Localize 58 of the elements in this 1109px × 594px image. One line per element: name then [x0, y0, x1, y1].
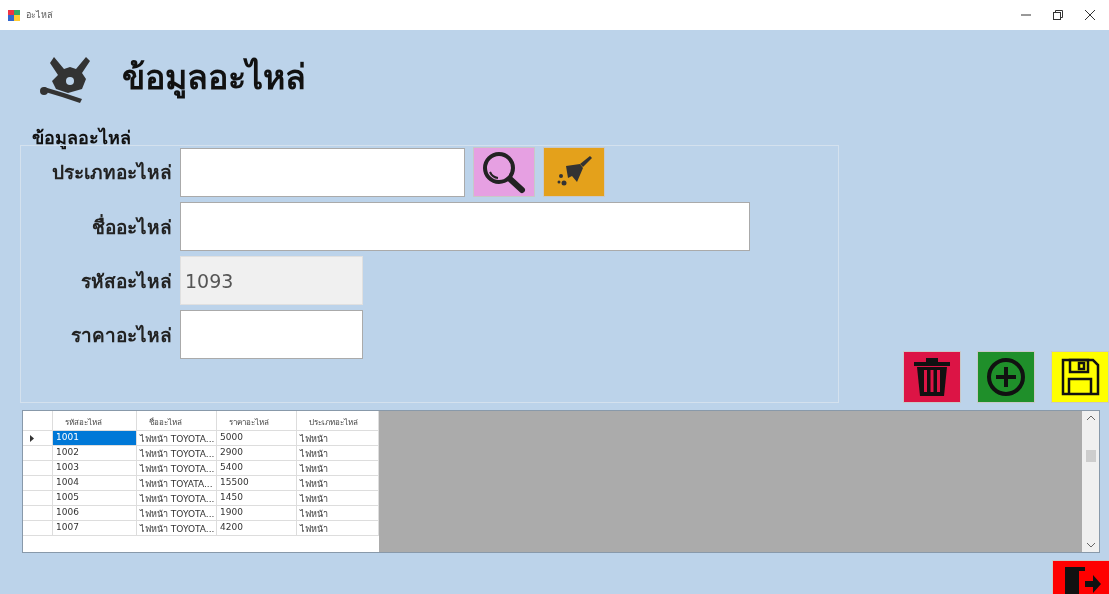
close-icon[interactable]	[1085, 10, 1095, 20]
table-cell: ไฟหน้า TOYOTA...	[137, 446, 217, 461]
field-label: ราคาอะไหล่	[70, 322, 172, 348]
table-cell: ไฟหน้า TOYOTA...	[137, 521, 217, 536]
table-cell: 1450	[217, 491, 297, 506]
table-cell: 1004	[53, 476, 137, 491]
table-cell: 2900	[217, 446, 297, 461]
scroll-up-icon[interactable]	[1086, 415, 1095, 420]
column-header: ชื่ออะไหล่	[137, 411, 217, 431]
restore-icon[interactable]	[1053, 10, 1063, 20]
plus-circle-icon	[986, 357, 1026, 397]
delete-button[interactable]	[903, 351, 961, 403]
column-header: ราคาอะไหล่	[217, 411, 297, 431]
grid-corner-cell	[23, 411, 53, 431]
save-button[interactable]	[1051, 351, 1109, 403]
table-cell: ไฟหน้า TOYOTA...	[137, 431, 217, 446]
clear-button[interactable]	[543, 147, 605, 197]
field-label: รหัสอะไหล่	[80, 268, 172, 294]
table-cell: ไฟหน้า TOYOTA...	[137, 461, 217, 476]
table-cell: 15500	[217, 476, 297, 491]
add-button[interactable]	[977, 351, 1035, 403]
table-cell: ไฟหน้า	[297, 476, 379, 491]
table-cell: ไฟหน้า	[297, 446, 379, 461]
current-row-icon	[30, 435, 34, 442]
text-field[interactable]	[180, 202, 750, 251]
table-cell: 5400	[217, 461, 297, 476]
table-cell: ไฟหน้า	[297, 461, 379, 476]
table-cell: ไฟหน้า	[297, 491, 379, 506]
table-cell: ไฟหน้า TOYOTA...	[137, 506, 217, 521]
table-cell: 1002	[53, 446, 137, 461]
table-cell: 4200	[217, 521, 297, 536]
table-cell: ไฟหน้า	[297, 521, 379, 536]
table-cell: ไฟหน้า TOYATA...	[137, 476, 217, 491]
table-cell: ไฟหน้า	[297, 506, 379, 521]
table-cell: 1003	[53, 461, 137, 476]
table-cell: ไฟหน้า TOYOTA...	[137, 491, 217, 506]
table-cell: 1900	[217, 506, 297, 521]
table-cell: ไฟหน้า	[297, 431, 379, 446]
scroll-down-icon[interactable]	[1086, 543, 1095, 548]
scrollbar[interactable]	[1082, 411, 1099, 552]
text-field[interactable]	[180, 147, 465, 197]
text-field[interactable]	[180, 310, 363, 359]
table-cell: 1006	[53, 506, 137, 521]
page-heading: ข้อมูลอะไหล่	[122, 55, 306, 101]
field-label: ประเภทอะไหล่	[51, 160, 172, 185]
table-cell: 1005	[53, 491, 137, 506]
scrollbar-thumb[interactable]	[1085, 449, 1096, 462]
window-title: อะไหล่	[26, 9, 54, 22]
search-icon	[480, 150, 528, 194]
table-cell: 1001	[53, 431, 137, 446]
table-cell: 5000	[217, 431, 297, 446]
trash-icon	[914, 358, 950, 396]
broom-icon	[556, 156, 592, 188]
field-label: ชื่ออะไหล่	[91, 213, 172, 240]
search-button[interactable]	[473, 147, 535, 197]
app-icon	[8, 9, 20, 21]
column-header: ประเภทอะไหล่	[297, 411, 379, 431]
table-cell: 1007	[53, 521, 137, 536]
